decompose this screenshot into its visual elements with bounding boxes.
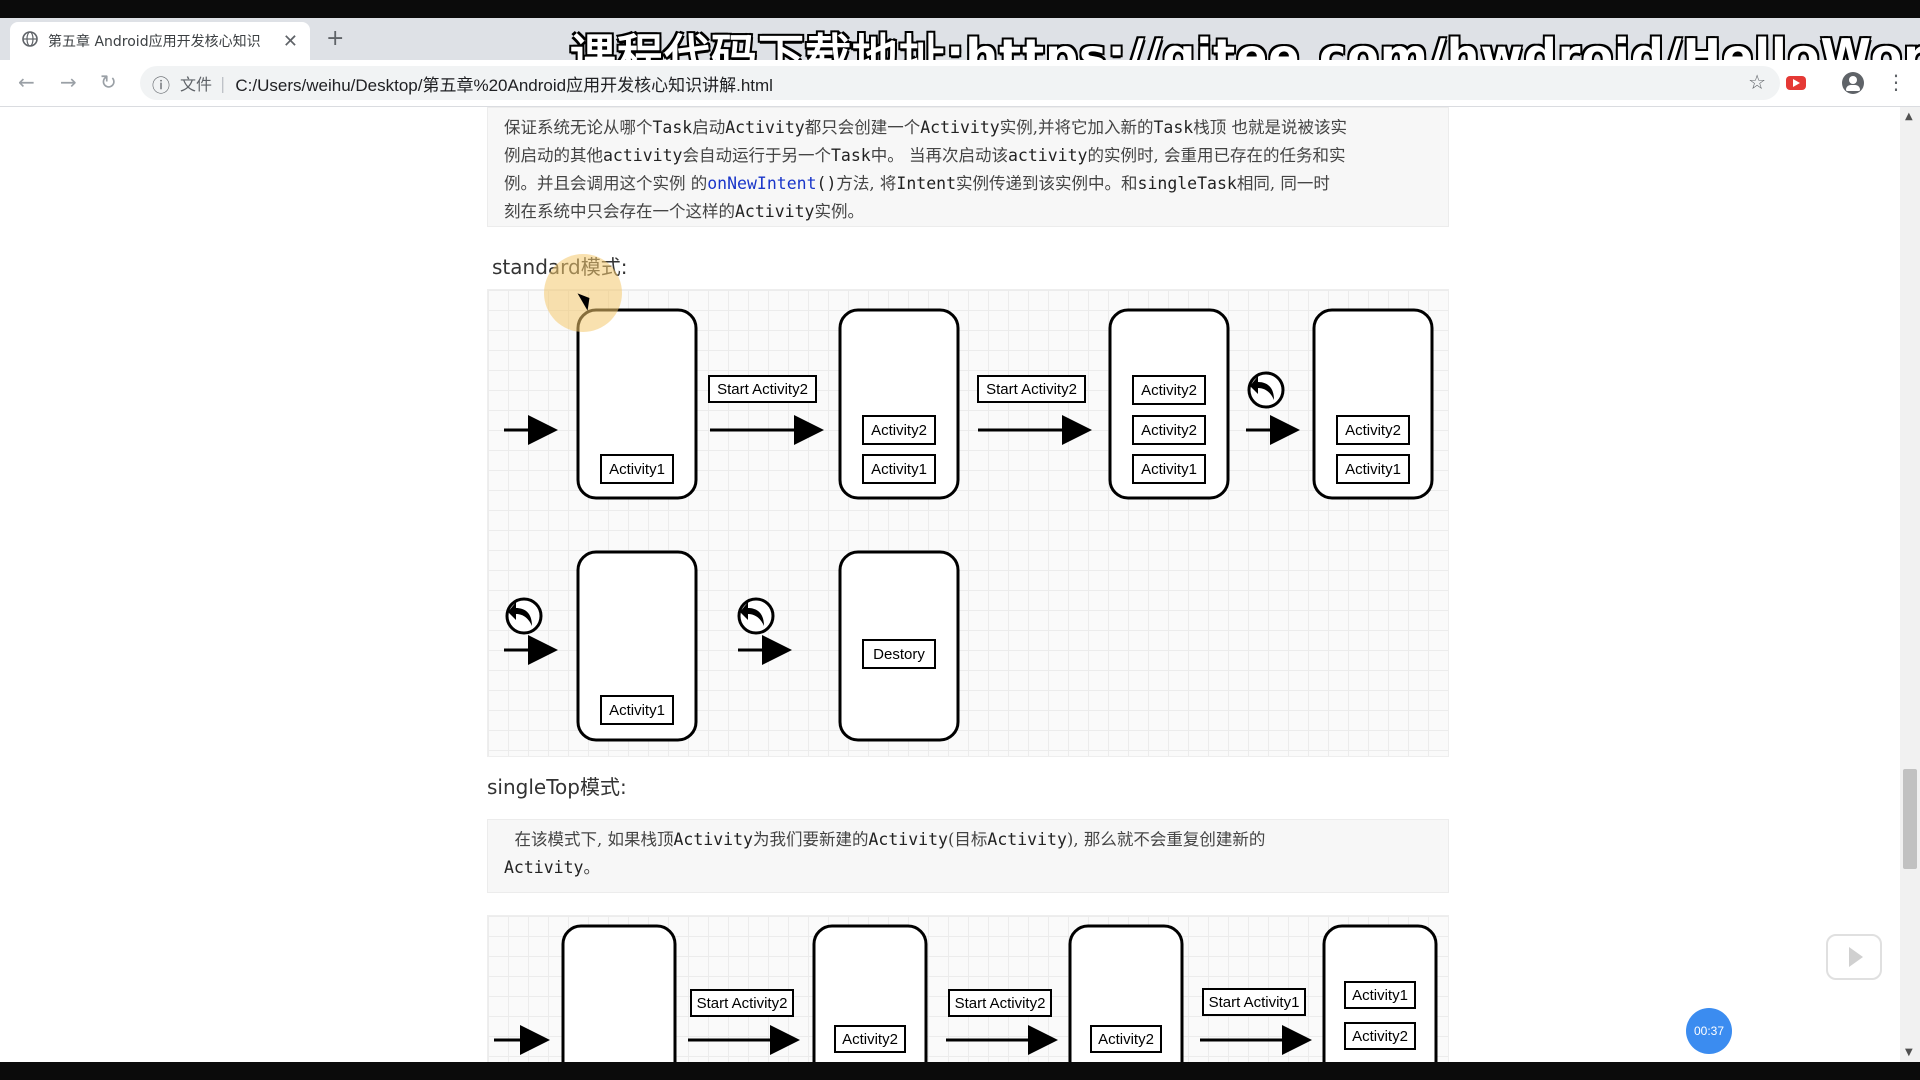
activity-label: Activity1: [871, 461, 927, 478]
scroll-down-icon[interactable]: ▼: [1905, 1047, 1913, 1058]
vertical-scrollbar[interactable]: ▲ ▼: [1900, 107, 1920, 1062]
activity-label: Activity2: [1141, 422, 1197, 439]
play-icon[interactable]: [1826, 934, 1882, 980]
youtube-icon[interactable]: [1786, 76, 1806, 90]
start-label: Start Activity1: [1209, 994, 1300, 1011]
info-icon[interactable]: ⓘ: [152, 72, 170, 98]
tab-title: 第五章 Android应用开发核心知识: [48, 34, 261, 50]
activity-label: Activity2: [1098, 1031, 1154, 1048]
forward-arrow-icon[interactable]: →: [60, 70, 77, 94]
destroy-label: Destory: [873, 646, 925, 663]
back-arrow-icon[interactable]: ←: [18, 70, 35, 94]
start-label: Start Activity2: [955, 995, 1046, 1012]
url-scheme-label: 文件: [180, 75, 213, 94]
intro-line: 刻在系统中只会存在一个这样的Activity实例。: [504, 202, 864, 221]
top-black-bar: [0, 0, 1920, 18]
activity-label: Activity2: [1345, 422, 1401, 439]
singletop-desc-line: Activity。: [504, 858, 600, 877]
reload-icon[interactable]: ↻: [100, 70, 117, 94]
singletop-desc-line: 在该模式下, 如果栈顶Activity为我们要新建的Activity(目标Act…: [514, 830, 1266, 849]
globe-icon: [22, 31, 38, 51]
url-input[interactable]: ⓘ 文件 | C:/Users/weihu/Desktop/第五章%20Andr…: [140, 66, 1780, 100]
address-bar: ← → ↻ ⓘ 文件 | C:/Users/weihu/Desktop/第五章%…: [0, 60, 1920, 107]
activity-label: Activity1: [609, 461, 665, 478]
back-icon: [1247, 371, 1285, 409]
activity-label: Activity2: [842, 1031, 898, 1048]
close-icon[interactable]: ✕: [283, 31, 298, 52]
task-stack: [561, 924, 677, 1062]
intro-line: 例启动的其他activity会自动运行于另一个Task中。 当再次启动该acti…: [504, 146, 1346, 165]
singletop-desc-block: 在该模式下, 如果栈顶Activity为我们要新建的Activity(目标Act…: [487, 819, 1449, 893]
singletop-heading: singleTop模式:: [487, 775, 627, 799]
scroll-up-icon[interactable]: ▲: [1905, 111, 1913, 122]
timer-badge: 00:37: [1686, 1008, 1732, 1054]
activity-label: Activity2: [1141, 382, 1197, 399]
intro-text-block: 保证系统无论从哪个Task启动Activity都只会创建一个Activity实例…: [487, 107, 1449, 227]
back-icon: [505, 597, 543, 635]
plus-icon[interactable]: +: [326, 26, 344, 51]
start-label: Start Activity2: [717, 381, 808, 398]
url-text: C:/Users/weihu/Desktop/第五章%20Android应用开发…: [235, 75, 773, 95]
url-separator: |: [220, 73, 226, 93]
activity-label: Activity2: [871, 422, 927, 439]
activity-label: Activity2: [1352, 1028, 1408, 1045]
browser-tab[interactable]: 第五章 Android应用开发核心知识 ✕: [10, 22, 310, 60]
star-icon[interactable]: ☆: [1748, 70, 1766, 94]
activity-label: Activity1: [1141, 461, 1197, 478]
start-label: Start Activity2: [986, 381, 1077, 398]
activity-label: Activity1: [609, 702, 665, 719]
activity-label: Activity1: [1345, 461, 1401, 478]
intro-line: 例。并且会调用这个实例 的onNewIntent()方法, 将Intent实例传…: [504, 174, 1330, 193]
back-icon: [737, 597, 775, 635]
standard-diagram: Start Activity2 Start Activity2 Activity…: [487, 289, 1449, 757]
bottom-black-bar: [0, 1062, 1920, 1080]
page-content[interactable]: 保证系统无论从哪个Task启动Activity都只会创建一个Activity实例…: [0, 107, 1900, 1062]
profile-icon[interactable]: [1842, 72, 1864, 94]
scroll-thumb[interactable]: [1903, 769, 1917, 869]
start-label: Start Activity2: [697, 995, 788, 1012]
singletop-diagram: Start Activity2 Start Activity2 Start Ac…: [487, 915, 1449, 1062]
intro-line: 保证系统无论从哪个Task启动Activity都只会创建一个Activity实例…: [504, 118, 1347, 137]
activity-label: Activity1: [1352, 987, 1408, 1004]
menu-dots-icon[interactable]: ⋮: [1886, 70, 1906, 94]
